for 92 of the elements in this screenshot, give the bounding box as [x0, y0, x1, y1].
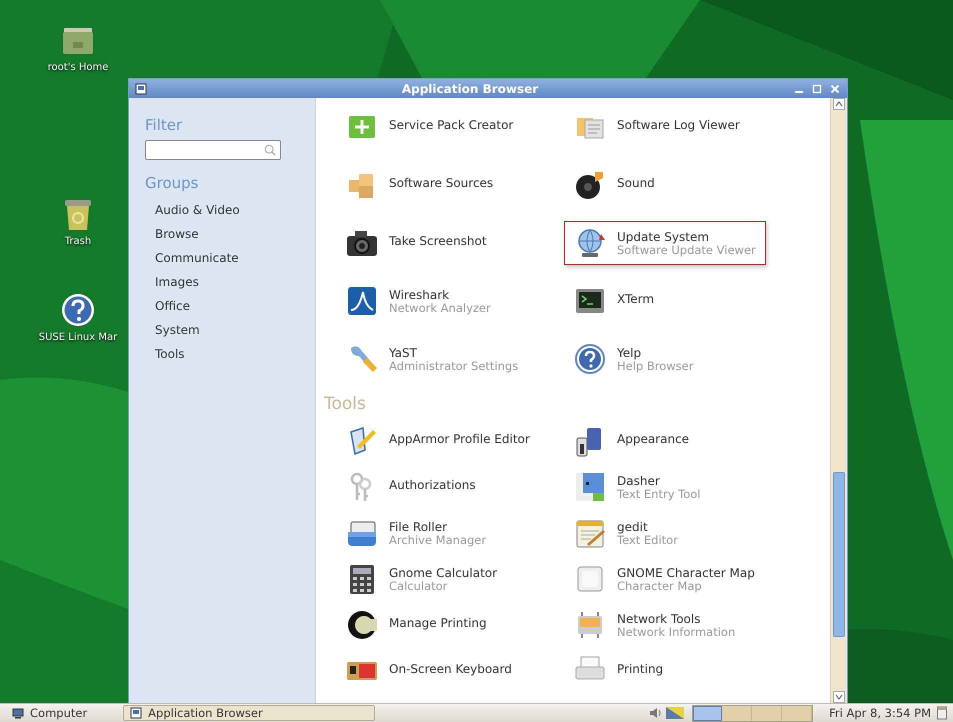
- scroll-up-icon[interactable]: [833, 98, 845, 110]
- app-item[interactable]: Update System Software Update Viewer: [564, 221, 766, 265]
- menu-button[interactable]: Computer: [6, 705, 94, 721]
- app-item[interactable]: Printing: [564, 650, 824, 692]
- app-item[interactable]: On-Screen Keyboard: [336, 650, 564, 692]
- app-item[interactable]: Manage Printing: [336, 604, 564, 646]
- window-title: Application Browser: [400, 82, 540, 96]
- app-name: Software Sources: [389, 176, 494, 190]
- app-name: Printing: [617, 662, 664, 676]
- maximize-icon[interactable]: [811, 82, 823, 94]
- app-item[interactable]: Appearance: [564, 420, 824, 462]
- scroll-thumb[interactable]: [833, 472, 845, 637]
- app-item[interactable]: Yelp Help Browser: [564, 337, 824, 381]
- app-description: Software Update Viewer: [617, 244, 756, 256]
- close-icon[interactable]: [829, 82, 841, 94]
- app-item[interactable]: Service Pack Creator: [336, 105, 564, 149]
- app-description: Administrator Settings: [389, 360, 518, 372]
- app-description: Character Map: [617, 580, 703, 592]
- app-name: File Roller: [389, 520, 448, 534]
- app-name: gedit: [617, 520, 649, 534]
- app-item[interactable]: Sound: [564, 163, 824, 207]
- help-icon: [573, 342, 607, 376]
- app-name: AppArmor Profile Editor: [389, 432, 530, 446]
- icon-label[interactable]: Trash: [64, 236, 92, 247]
- workspace-cell[interactable]: [782, 706, 812, 720]
- app-name: Gnome Calculator: [389, 566, 498, 580]
- group-item[interactable]: Audio & Video: [155, 198, 315, 222]
- app-name: GNOME Character Map: [617, 566, 755, 580]
- app-name: Manage Printing: [389, 616, 487, 630]
- icon-label[interactable]: root's Home: [48, 62, 108, 73]
- scrollbar[interactable]: [830, 98, 847, 703]
- search-field[interactable]: [145, 140, 281, 160]
- app-name: YaST: [389, 346, 418, 360]
- clock[interactable]: Fri Apr 8, 3:54 PM: [829, 706, 931, 720]
- app-item[interactable]: Gnome Calculator Calculator: [336, 558, 564, 600]
- app-name: Authorizations: [389, 478, 476, 492]
- app-name: Network Tools: [617, 612, 702, 626]
- window-icon: [130, 707, 142, 719]
- app-description: Help Browser: [617, 360, 694, 372]
- group-item[interactable]: System: [155, 318, 315, 342]
- tile-icon: [573, 470, 607, 504]
- workspace-cell[interactable]: [722, 706, 752, 720]
- app-item[interactable]: Software Log Viewer: [564, 105, 824, 149]
- help-icon[interactable]: [60, 292, 96, 328]
- group-item[interactable]: Browse: [155, 222, 315, 246]
- app-name: Dasher: [617, 474, 661, 488]
- app-item[interactable]: GNOME Character Map Character Map: [564, 558, 824, 600]
- app-item[interactable]: YaST Administrator Settings: [336, 337, 564, 381]
- app-name: Software Log Viewer: [617, 118, 740, 132]
- app-item[interactable]: AppArmor Profile Editor: [336, 420, 564, 462]
- app-name: XTerm: [617, 292, 654, 306]
- app-item[interactable]: Take Screenshot: [336, 221, 564, 265]
- app-name: Take Screenshot: [389, 234, 487, 248]
- app-item[interactable]: Authorizations: [336, 466, 564, 508]
- app-name: Yelp: [617, 346, 642, 360]
- icon-label[interactable]: SUSE Linux Mar: [38, 332, 118, 343]
- taskbar-button[interactable]: Application Browser: [123, 705, 376, 721]
- section-heading: Filter: [145, 116, 184, 134]
- ring-logo-icon: [345, 608, 379, 642]
- app-name: Sound: [617, 176, 655, 190]
- app-item[interactable]: Network Tools Network Information: [564, 604, 824, 646]
- workspace-cell[interactable]: [752, 706, 782, 720]
- app-name: Appearance: [617, 432, 690, 446]
- app-item[interactable]: Software Sources: [336, 163, 564, 207]
- app-description: Text Entry Tool: [617, 488, 701, 500]
- app-item[interactable]: XTerm: [564, 279, 824, 323]
- app-description: Archive Manager: [389, 534, 486, 546]
- workspace-switcher[interactable]: [692, 704, 814, 722]
- app-description: Network Analyzer: [389, 302, 491, 314]
- window-icon: [135, 82, 147, 94]
- app-item[interactable]: File Roller Archive Manager: [336, 512, 564, 554]
- app-name: Update System: [617, 230, 710, 244]
- app-description: Text Editor: [617, 534, 678, 546]
- app-description: Network Information: [617, 626, 736, 638]
- group-item[interactable]: Communicate: [155, 246, 315, 270]
- app-description: Calculator: [389, 580, 448, 592]
- search-icon: [264, 144, 276, 156]
- app-item[interactable]: Wireshark Network Analyzer: [336, 279, 564, 323]
- group-item[interactable]: Tools: [155, 342, 315, 366]
- workspace-cell[interactable]: [693, 706, 722, 720]
- app-name: Wireshark: [389, 288, 450, 302]
- calendar-icon[interactable]: [937, 706, 947, 720]
- app-item[interactable]: Dasher Text Entry Tool: [564, 466, 824, 508]
- app-name: On-Screen Keyboard: [389, 662, 512, 676]
- section-heading: Tools: [323, 393, 367, 416]
- section-heading: Groups: [145, 174, 200, 192]
- scroll-down-icon[interactable]: [833, 691, 845, 703]
- app-item[interactable]: gedit Text Editor: [564, 512, 824, 554]
- group-item[interactable]: Images: [155, 270, 315, 294]
- group-item[interactable]: Office: [155, 294, 315, 318]
- app-name: Service Pack Creator: [389, 118, 514, 132]
- monitor-icon: [12, 707, 24, 719]
